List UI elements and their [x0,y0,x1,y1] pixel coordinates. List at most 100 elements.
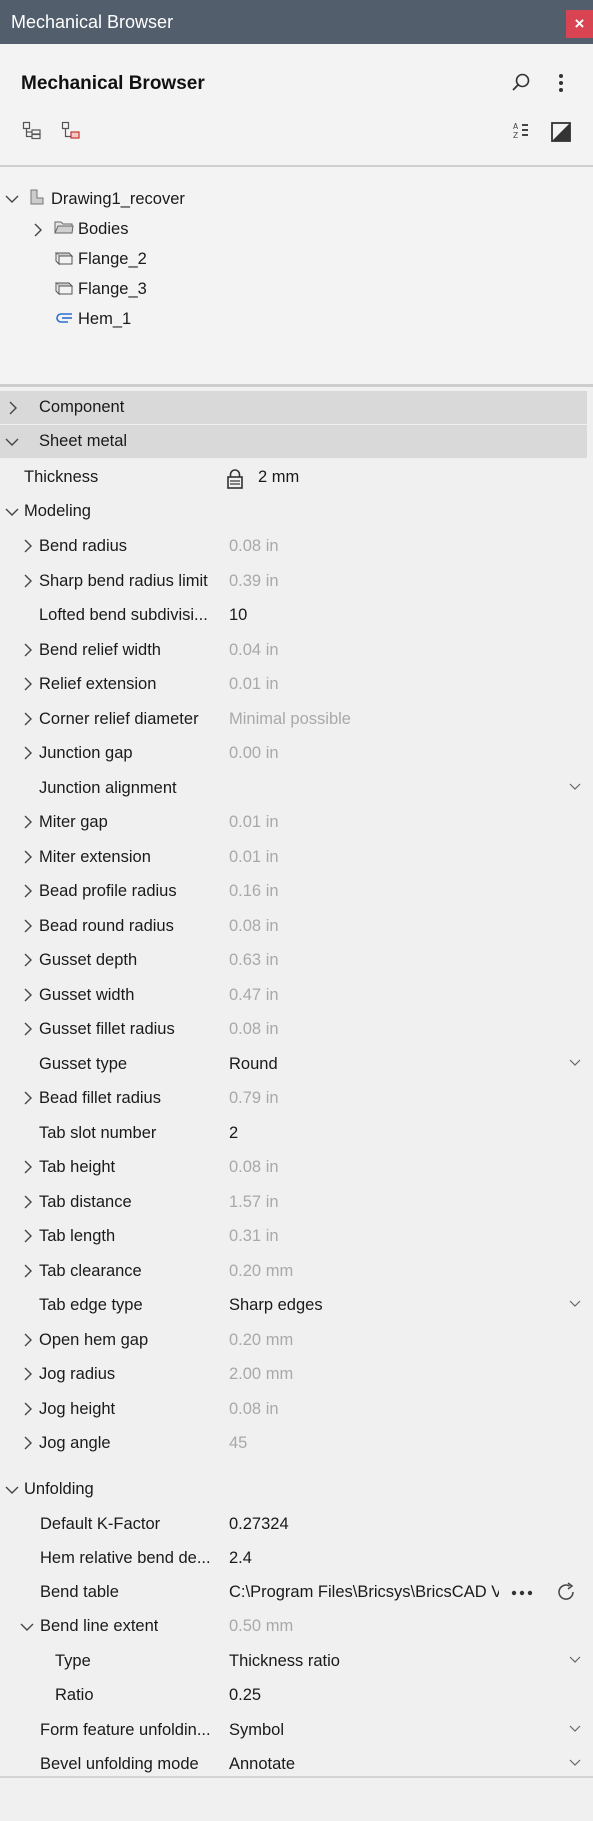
close-button[interactable]: × [566,10,593,38]
prop-row-hem-relative-bend[interactable]: Hem relative bend de... 2.4 [0,1541,593,1575]
prop-value[interactable]: Minimal possible [229,702,351,736]
chevron-right-icon[interactable] [23,1160,33,1174]
prop-row-bend-radius[interactable]: Bend radius 0.08 in [0,529,593,563]
prop-value[interactable]: Symbol [229,1713,284,1747]
chevron-right-icon[interactable] [23,746,33,760]
prop-value[interactable]: 0.20 mm [229,1323,293,1357]
section-sheet-metal[interactable]: Sheet metal [0,425,587,458]
chevron-right-icon[interactable] [23,1402,33,1416]
prop-value[interactable]: 0.25 [229,1678,261,1712]
prop-value[interactable]: 2.00 mm [229,1357,293,1391]
prop-row-junction-alignment[interactable]: Junction alignment [0,771,593,805]
prop-row-bend-table[interactable]: Bend table C:\Program Files\Bricsys\Bric… [0,1575,593,1609]
prop-value[interactable]: 10 [229,598,247,632]
prop-row-tab-clearance[interactable]: Tab clearance 0.20 mm [0,1254,593,1288]
chevron-right-icon[interactable] [23,643,33,657]
prop-row-gusset-type[interactable]: Gusset type Round [0,1047,593,1081]
prop-row-bend-line-extent[interactable]: Bend line extent 0.50 mm [0,1609,593,1643]
group-unfolding[interactable]: Unfolding [0,1472,593,1506]
prop-value[interactable]: 0.39 in [229,564,279,598]
prop-value[interactable]: 0.01 in [229,805,279,839]
chevron-right-icon[interactable] [8,401,18,415]
chevron-down-icon[interactable] [5,507,19,517]
prop-row-type[interactable]: Type Thickness ratio [0,1644,593,1678]
chevron-right-icon[interactable] [23,1264,33,1278]
sort-alphabetical-icon[interactable]: A Z [511,121,531,141]
prop-value[interactable]: Sharp edges [229,1288,323,1322]
tree-root[interactable]: Drawing1_recover [0,185,593,213]
prop-value[interactable]: Round [229,1047,278,1081]
prop-value[interactable]: 0.16 in [229,874,279,908]
lock-icon[interactable] [226,469,244,489]
prop-row-miter-extension[interactable]: Miter extension 0.01 in [0,840,593,874]
browse-ellipsis-icon[interactable] [511,1590,533,1596]
chevron-right-icon[interactable] [23,1333,33,1347]
prop-value[interactable]: 0.04 in [229,633,279,667]
prop-row-bend-relief-width[interactable]: Bend relief width 0.04 in [0,633,593,667]
prop-row-gusset-width[interactable]: Gusset width 0.47 in [0,978,593,1012]
chevron-right-icon[interactable] [23,815,33,829]
tree-divider[interactable] [0,384,593,387]
prop-row-thickness[interactable]: Thickness 2 mm [0,460,593,494]
chevron-down-icon[interactable] [5,194,19,204]
prop-value[interactable]: 0.47 in [229,978,279,1012]
more-options-icon[interactable] [550,72,572,94]
search-icon[interactable] [510,72,532,94]
chevron-right-icon[interactable] [23,574,33,588]
chevron-right-icon[interactable] [23,1229,33,1243]
group-modeling[interactable]: Modeling [0,494,593,528]
dropdown-chevron-icon[interactable] [569,1725,581,1733]
contrast-toggle-icon[interactable] [550,121,572,143]
chevron-right-icon[interactable] [23,1436,33,1450]
chevron-right-icon[interactable] [23,1367,33,1381]
prop-row-tab-edge-type[interactable]: Tab edge type Sharp edges [0,1288,593,1322]
chevron-down-icon[interactable] [5,437,19,447]
chevron-right-icon[interactable] [33,223,43,237]
prop-value[interactable]: Thickness ratio [229,1644,340,1678]
prop-value[interactable]: 0.00 in [229,736,279,770]
chevron-right-icon[interactable] [23,988,33,1002]
prop-row-bead-fillet-radius[interactable]: Bead fillet radius 0.79 in [0,1081,593,1115]
prop-row-gusset-fillet-radius[interactable]: Gusset fillet radius 0.08 in [0,1012,593,1046]
prop-value[interactable]: 0.20 mm [229,1254,293,1288]
prop-row-relief-extension[interactable]: Relief extension 0.01 in [0,667,593,701]
prop-row-sharp-bend-radius-limit[interactable]: Sharp bend radius limit 0.39 in [0,564,593,598]
prop-value[interactable]: 2 [229,1116,238,1150]
prop-row-tab-height[interactable]: Tab height 0.08 in [0,1150,593,1184]
section-component[interactable]: Component [0,391,587,424]
collapse-tree-icon[interactable] [61,121,81,141]
prop-value[interactable]: 0.50 mm [229,1609,293,1643]
prop-row-jog-angle[interactable]: Jog angle 45 [0,1426,593,1460]
chevron-right-icon[interactable] [23,953,33,967]
prop-value[interactable]: 0.27324 [229,1507,289,1541]
chevron-down-icon[interactable] [20,1622,34,1632]
prop-value[interactable]: 0.01 in [229,667,279,701]
prop-row-ratio[interactable]: Ratio 0.25 [0,1678,593,1712]
chevron-right-icon[interactable] [23,1195,33,1209]
prop-row-bead-profile-radius[interactable]: Bead profile radius 0.16 in [0,874,593,908]
prop-row-lofted-bend-subdivisi[interactable]: Lofted bend subdivisi... 10 [0,598,593,632]
chevron-right-icon[interactable] [23,919,33,933]
prop-value[interactable]: 0.08 in [229,909,279,943]
prop-value[interactable]: 2.4 [229,1541,252,1575]
expand-tree-icon[interactable] [22,121,42,141]
chevron-right-icon[interactable] [23,884,33,898]
tree-item-flange-2[interactable]: Flange_2 [0,245,593,273]
prop-row-open-hem-gap[interactable]: Open hem gap 0.20 mm [0,1323,593,1357]
chevron-right-icon[interactable] [23,539,33,553]
prop-value[interactable]: C:\Program Files\Bricsys\BricsCAD V [229,1575,499,1609]
prop-value[interactable]: 0.31 in [229,1219,279,1253]
prop-row-tab-length[interactable]: Tab length 0.31 in [0,1219,593,1253]
prop-row-default-k-factor[interactable]: Default K-Factor 0.27324 [0,1507,593,1541]
dropdown-chevron-icon[interactable] [569,1300,581,1308]
prop-row-form-feature-unfolding[interactable]: Form feature unfoldin... Symbol [0,1713,593,1747]
prop-value[interactable]: 0.08 in [229,1150,279,1184]
tree-item-flange-3[interactable]: Flange_3 [0,275,593,303]
chevron-right-icon[interactable] [23,1091,33,1105]
prop-value[interactable]: 45 [229,1426,247,1460]
dropdown-chevron-icon[interactable] [569,1656,581,1664]
prop-value[interactable]: 0.79 in [229,1081,279,1115]
dropdown-chevron-icon[interactable] [569,1059,581,1067]
prop-value[interactable]: 0.08 in [229,1012,279,1046]
prop-row-miter-gap[interactable]: Miter gap 0.01 in [0,805,593,839]
